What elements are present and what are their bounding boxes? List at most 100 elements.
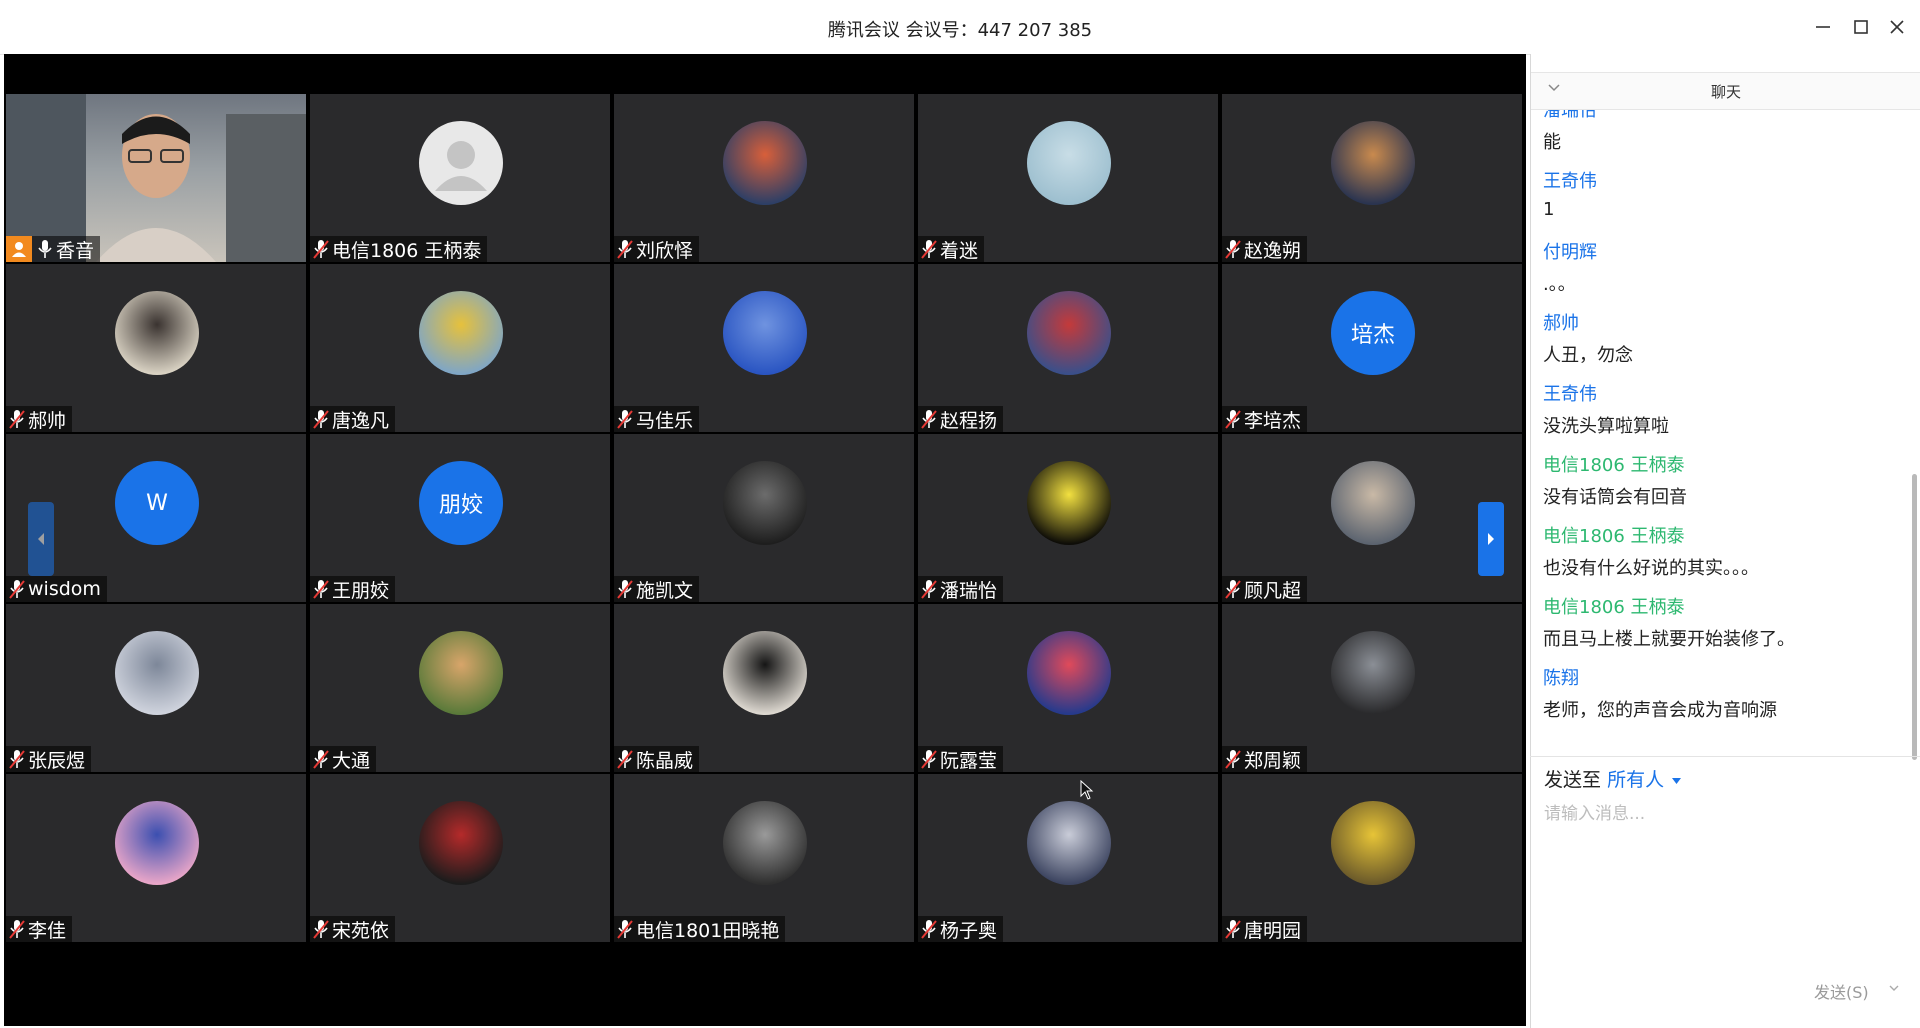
microphone-muted-icon (8, 408, 26, 430)
avatar (1331, 801, 1415, 885)
participant-name: 陈晶威 (636, 749, 694, 772)
chevron-right-icon (1488, 533, 1494, 545)
participant-tile[interactable]: 着迷 (918, 94, 1218, 262)
participant-name: 电信1806 王柄泰 (332, 239, 482, 262)
participant-tile[interactable]: 香音 (6, 94, 306, 262)
participant-tile[interactable]: 电信1801田晓艳 (614, 774, 914, 942)
chat-message-sender: 电信1806 王柄泰 (1543, 455, 1685, 476)
participant-name: 大通 (332, 749, 371, 772)
chat-message-sender: 潘瑞怡 (1543, 110, 1597, 121)
microphone-muted-icon (920, 408, 938, 430)
participant-name: 郝帅 (28, 409, 67, 432)
participant-name-bar: 阮露莹 (918, 746, 1004, 772)
chat-message-text: 也没有什么好说的其实。。。 (1543, 558, 1759, 579)
participant-tile[interactable]: 赵程扬 (918, 264, 1218, 432)
minimize-icon[interactable] (1810, 14, 1836, 40)
participant-tile[interactable]: 培杰 李培杰 (1222, 264, 1522, 432)
participant-tile[interactable]: 唐明园 (1222, 774, 1522, 942)
chat-message-sender: 王奇伟 (1543, 171, 1597, 192)
maximize-icon[interactable] (1848, 14, 1874, 40)
microphone-muted-icon (920, 918, 938, 940)
chat-message-text: 人丑，勿念 (1543, 345, 1633, 366)
microphone-muted-icon (616, 918, 634, 940)
send-options-chevron-icon[interactable] (1888, 984, 1900, 992)
avatar (419, 631, 503, 715)
participant-tile[interactable]: 潘瑞怡 (918, 434, 1218, 602)
participant-tile[interactable]: 马佳乐 (614, 264, 914, 432)
send-button[interactable]: 发送(S) (1814, 979, 1869, 1003)
participant-name: 张辰煜 (28, 749, 86, 772)
participant-name: 阮露莹 (940, 749, 998, 772)
participant-tile[interactable]: 郝帅 (6, 264, 306, 432)
participant-name: wisdom (28, 578, 101, 600)
participant-tile[interactable]: 赵逸朔 (1222, 94, 1522, 262)
microphone-muted-icon (312, 748, 330, 770)
participant-tile[interactable]: 宋苑依 (310, 774, 610, 942)
participant-name-bar: 陈晶威 (614, 746, 700, 772)
microphone-muted-icon (616, 748, 634, 770)
microphone-muted-icon (312, 408, 330, 430)
next-page-button[interactable] (1478, 502, 1504, 576)
participant-tile[interactable]: 电信1806 王柄泰 (310, 94, 610, 262)
participant-name-bar: 施凯文 (614, 576, 700, 602)
participant-name-bar: 宋苑依 (310, 916, 396, 942)
avatar-initials: 朋姣 (419, 461, 503, 545)
participant-tile[interactable]: 施凯文 (614, 434, 914, 602)
participant-tile[interactable]: 唐逸凡 (310, 264, 610, 432)
participant-name-bar: 刘欣怿 (614, 236, 700, 262)
participant-tile[interactable]: 刘欣怿 (614, 94, 914, 262)
microphone-muted-icon (920, 748, 938, 770)
participant-tile[interactable]: 张辰煜 (6, 604, 306, 772)
participant-name-bar: 电信1806 王柄泰 (310, 236, 488, 262)
microphone-muted-icon (8, 918, 26, 940)
participant-name: 施凯文 (636, 579, 694, 602)
mouse-cursor-icon (1080, 780, 1094, 800)
chat-message-text: 能 (1543, 132, 1561, 153)
chat-message-list[interactable]: 潘瑞怡能王奇伟 1 付明辉.。。 郝帅 人丑，勿念 王奇伟 没洗头算啦算啦 电信1806 王柄… (1531, 110, 1911, 758)
chat-message-sender: 陈翔 (1543, 668, 1579, 689)
chat-message-sender: 王奇伟 (1543, 384, 1597, 405)
participant-tile[interactable]: 顾凡超 (1222, 434, 1522, 602)
participant-tile[interactable]: 杨子奥 (918, 774, 1218, 942)
avatar-initials: W (115, 461, 199, 545)
microphone-muted-icon (1224, 408, 1242, 430)
chat-message-text: 老师，您的声音会成为音响源 (1543, 700, 1777, 721)
participant-tile[interactable]: 郑周颖 (1222, 604, 1522, 772)
chat-message-text: 没洗头算啦算啦 (1543, 416, 1669, 437)
participant-name-bar: 电信1801田晓艳 (614, 916, 786, 942)
video-gallery: 唐明园 杨子奥 电信1801田晓艳 宋苑依 李佳 郑周颖 阮露莹 陈晶威 大通 张辰煜 顾凡超 潘瑞怡… (4, 54, 1526, 1026)
participant-tile[interactable]: 朋姣 王朋姣 (310, 434, 610, 602)
chat-message-sender: 电信1806 王柄泰 (1543, 597, 1685, 618)
participant-tile[interactable]: 大通 (310, 604, 610, 772)
participant-name: 唐明园 (1244, 919, 1302, 942)
participant-name-bar: 马佳乐 (614, 406, 700, 432)
avatar (723, 291, 807, 375)
microphone-muted-icon (920, 578, 938, 600)
participant-name-bar: 顾凡超 (1222, 576, 1308, 602)
participant-tile[interactable]: 李佳 (6, 774, 306, 942)
participant-tile[interactable]: 阮露莹 (918, 604, 1218, 772)
chat-panel: 聊天 潘瑞怡能王奇伟 1 付明辉.。。 郝帅 人丑，勿念 王奇伟 没洗头算啦算啦 电信1806… (1530, 54, 1920, 1028)
participant-name-bar: 李培杰 (1222, 406, 1308, 432)
microphone-muted-icon (8, 578, 26, 600)
avatar (1331, 461, 1415, 545)
participant-name: 潘瑞怡 (940, 579, 998, 602)
send-to-target[interactable]: 所有人 (1607, 769, 1664, 791)
avatar (723, 461, 807, 545)
chat-input[interactable]: 请输入消息... (1544, 799, 1645, 824)
chat-scrollbar[interactable] (1912, 474, 1917, 760)
prev-page-button[interactable] (28, 502, 54, 576)
participant-name: 电信1801田晓艳 (636, 919, 780, 942)
participant-tile[interactable]: 陈晶威 (614, 604, 914, 772)
participant-name: 香音 (56, 239, 95, 262)
dropdown-triangle-icon[interactable] (1672, 777, 1682, 784)
send-to-label: 发送至 (1544, 769, 1602, 791)
microphone-muted-icon (616, 238, 634, 260)
microphone-muted-icon (1224, 748, 1242, 770)
close-icon[interactable] (1884, 14, 1910, 40)
chat-header: 聊天 (1531, 72, 1920, 110)
chat-message-text: 没有话筒会有回音 (1543, 487, 1687, 508)
microphone-icon (36, 238, 54, 260)
send-to-selector[interactable]: 发送至 所有人 (1544, 765, 1682, 792)
chat-message-text: 而且马上楼上就要开始装修了。 (1543, 629, 1795, 650)
